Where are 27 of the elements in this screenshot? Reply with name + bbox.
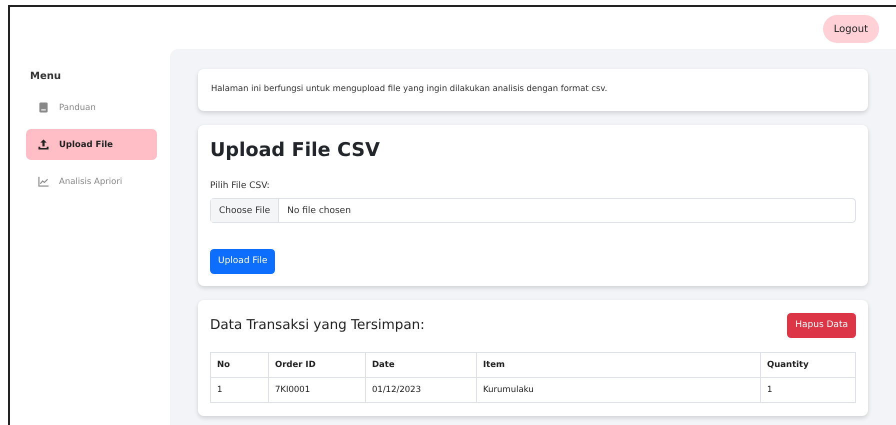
upload-title: Upload File CSV	[210, 139, 381, 161]
table-cell: 7KI0001	[268, 377, 366, 402]
column-header: Date	[366, 352, 476, 377]
file-status: No file chosen	[286, 204, 352, 218]
book-icon	[38, 102, 49, 113]
sidebar-item[interactable]: Upload File	[26, 129, 157, 160]
delete-data-button[interactable]: Hapus Data	[787, 312, 856, 338]
choose-file-button[interactable]: Choose File	[211, 199, 280, 222]
data-title: Data Transaksi yang Tersimpan:	[210, 317, 425, 333]
table-cell: 1	[210, 377, 268, 402]
table-cell: Kurumulaku	[476, 377, 760, 402]
info-text: Halaman ini berfungsi untuk mengupload file yang ingin dilakukan analisis dengan format csv.	[211, 83, 608, 93]
menu-heading: Menu	[30, 71, 62, 82]
file-input-field[interactable]: Choose File No file chosen	[210, 198, 856, 223]
line-chart-icon	[38, 176, 49, 187]
sidebar-item[interactable]: Panduan	[26, 92, 157, 123]
column-header: Quantity	[760, 352, 856, 377]
column-header: No	[210, 352, 268, 377]
upload-icon	[38, 139, 49, 150]
column-header: Item	[476, 352, 760, 377]
sidebar-item[interactable]: Analisis Apriori	[26, 166, 157, 197]
upload-button[interactable]: Upload File	[210, 248, 276, 274]
field-label: Pilih File CSV:	[210, 181, 271, 191]
table-cell: 01/12/2023	[366, 377, 476, 402]
table-cell: 1	[760, 377, 856, 402]
logout-button[interactable]: Logout	[822, 15, 879, 43]
column-header: Order ID	[268, 352, 366, 377]
